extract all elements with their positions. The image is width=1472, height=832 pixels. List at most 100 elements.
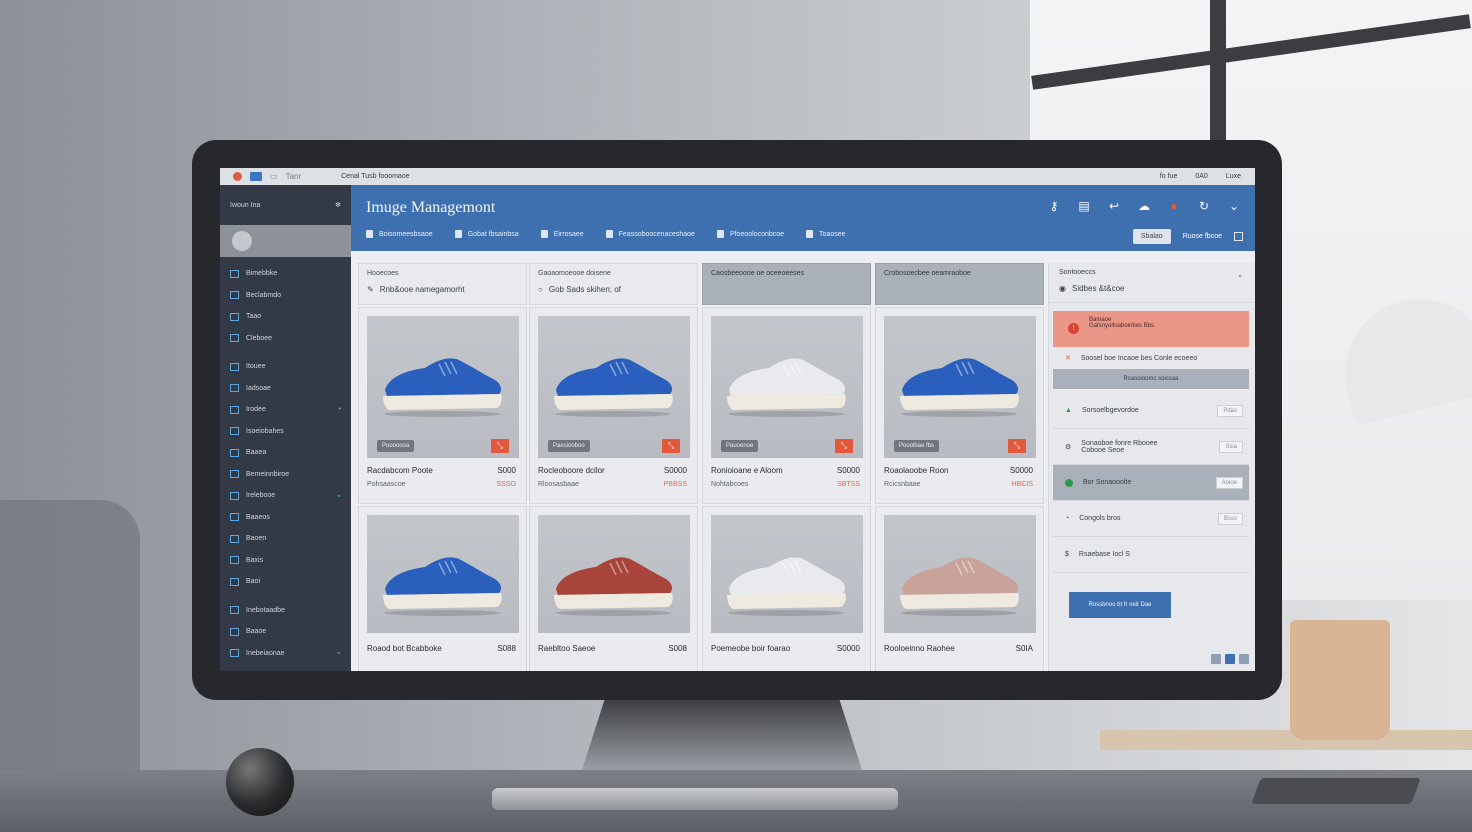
document-icon[interactable]: ▤ <box>1075 199 1093 213</box>
product-card[interactable]: Paesiooboo ⤡ Rocleoboore dcilor S0000 Rloosa… <box>529 307 698 504</box>
column-header[interactable]: Gaoaomoeooe doisene ○ Gob Sads skihen; of <box>529 263 698 305</box>
option-toggle[interactable]: Ssia <box>1219 440 1243 453</box>
product-image[interactable]: Paesiooboo ⤡ <box>538 316 690 458</box>
expand-icon[interactable]: ⤡ <box>491 439 509 453</box>
product-name: Roaolaoobe Roon <box>884 466 949 475</box>
sidebar-item[interactable]: Beclabmdo <box>220 285 351 307</box>
apply-button[interactable]: Rossbnoo bt fr oeit Dae <box>1069 592 1171 618</box>
expand-icon[interactable]: ⤡ <box>662 439 680 453</box>
product-image[interactable]: Pooolbae fbs ⤡ <box>884 316 1036 458</box>
sidebar-item[interactable]: Isoeiobahes <box>220 421 351 443</box>
sidebar-item-label: Baoi <box>246 578 261 586</box>
footer-icon[interactable] <box>1225 654 1235 664</box>
sidebar-item-label: Baaea <box>246 449 267 457</box>
menu-icon <box>230 269 239 278</box>
window-frame <box>1210 0 1226 140</box>
refresh-icon[interactable]: ↻ <box>1195 199 1213 213</box>
sidebar-item[interactable]: Baaea <box>220 442 351 464</box>
product-card[interactable]: Pooooooa ⤡ Racdabcom Poote S000 Pohsaascoe SS… <box>358 307 527 504</box>
titlebar-item[interactable]: 0A0 <box>1195 173 1207 180</box>
close-window-icon[interactable] <box>233 172 242 181</box>
sidebar-item[interactable]: Baaoe <box>220 621 351 643</box>
column-header[interactable]: Crobosoecbee oeamraoboe <box>875 263 1044 305</box>
product-card[interactable]: Roaod bot Bcabboke S088 <box>358 506 527 671</box>
panel-option[interactable]: ⚙ Sonaoboe fonre Rbooee Cobooe Seoe Ssia <box>1053 429 1249 465</box>
panel-option[interactable]: ▲ Sorsoelbgevordoe Pdas <box>1053 393 1249 429</box>
image-tag[interactable]: Pooolbae fbs <box>894 440 940 452</box>
product-image[interactable]: Pauoenoe ⤡ <box>711 316 863 458</box>
chevron-down-icon[interactable]: ⌄ <box>1237 271 1243 279</box>
footer-icon[interactable] <box>1239 654 1249 664</box>
titlebar-left-label: Tanr <box>285 172 302 181</box>
warning-icon: ✕ <box>1065 355 1071 362</box>
option-toggle[interactable]: Pdas <box>1217 404 1243 417</box>
sidebar-item[interactable]: Bemeinnbiroe <box>220 464 351 486</box>
header-checkbox[interactable] <box>1234 232 1243 241</box>
panel-row[interactable]: ✕ Soosel boe Incaoe bes Conle ecoeeo <box>1049 347 1255 369</box>
sidebar-profile[interactable] <box>220 225 351 257</box>
tab-3[interactable]: Feassoboocenaceshaoe <box>605 230 695 238</box>
key-icon[interactable]: ⚷ <box>1045 199 1063 213</box>
sidebar-item[interactable]: Inebeiaonae ⌁ <box>220 643 351 665</box>
alert-banner[interactable]: ! Bamaoe Gafsnyoifoaboinbes Bbs <box>1053 311 1249 347</box>
column-header[interactable]: Caosbeeoooe oe oceeoeeses <box>702 263 871 305</box>
product-card[interactable]: Poemeobe boir foarao S0000 <box>702 506 871 671</box>
expand-icon[interactable]: ⤡ <box>835 439 853 453</box>
product-image[interactable] <box>884 515 1036 633</box>
sidebar-item[interactable]: Iadsoae <box>220 378 351 400</box>
image-tag[interactable]: Paesiooboo <box>548 440 590 452</box>
sidebar-item[interactable]: Baaeos <box>220 507 351 529</box>
record-icon[interactable]: ● <box>1165 199 1183 213</box>
product-image[interactable] <box>367 515 519 633</box>
sidebar-item[interactable]: Baoi <box>220 571 351 593</box>
panel-selector[interactable]: ◉ Sidbes &t&coe <box>1059 284 1245 293</box>
sidebar-item[interactable]: Itouee <box>220 356 351 378</box>
product-meta: Rcicsnbaae <box>884 481 921 488</box>
sidebar-item[interactable]: Inebotaadbe <box>220 600 351 622</box>
column-header[interactable]: Hooecoes ✎ Rnb&ooe namegamorht <box>358 263 527 305</box>
tab-1[interactable]: Gobat fbsainbsa <box>454 230 519 238</box>
radio-icon[interactable]: ○ <box>538 285 543 294</box>
option-toggle[interactable]: Aoioe <box>1215 476 1243 489</box>
sidebar-header: Iwoun Ina <box>230 201 261 209</box>
sidebar-item[interactable]: Irelebooe ⌁ <box>220 485 351 507</box>
product-grid: Hooecoes ✎ Rnb&ooe namegamorht Gaoaomoeoo… <box>358 263 1046 671</box>
header-action-button[interactable]: Sbalao <box>1132 229 1171 244</box>
chevron-icon[interactable]: ⌄ <box>1225 199 1243 213</box>
tab-label: Pfoeooloconbcoe <box>729 230 785 238</box>
sidebar-item[interactable]: Bimebbke <box>220 263 351 285</box>
image-tag[interactable]: Pooooooa <box>377 440 415 452</box>
product-card[interactable]: Pauoenoe ⤡ Ronioioane e Aloom S0000 Nohtabco… <box>702 307 871 504</box>
footer-icon[interactable] <box>1211 654 1221 664</box>
tab-0[interactable]: Boisomeesbsaoe <box>366 230 433 238</box>
product-price: S0IA <box>1015 644 1033 653</box>
menu-icon <box>230 334 239 343</box>
product-image[interactable] <box>711 515 863 633</box>
back-icon[interactable]: ↩ <box>1105 199 1123 213</box>
sidebar-item[interactable]: Baoen <box>220 528 351 550</box>
panel-option[interactable]: Bor Sonaooolte Aoioe <box>1053 465 1249 501</box>
titlebar-item[interactable]: Luxe <box>1226 173 1241 180</box>
product-card[interactable]: Raebltoo Saeoe S008 <box>529 506 698 671</box>
panel-option[interactable]: ◔ Congols bros Bsss <box>1053 501 1249 537</box>
cloud-icon[interactable]: ☁ <box>1135 199 1153 213</box>
sidebar-item[interactable]: Baxis <box>220 550 351 572</box>
sidebar-item[interactable]: Cleboee <box>220 328 351 350</box>
product-card[interactable]: Pooolbae fbs ⤡ Roaolaoobe Roon S0000 Rcicsnb… <box>875 307 1044 504</box>
titlebar-item[interactable]: fo fue <box>1160 173 1178 180</box>
sidebar-item[interactable]: Taao <box>220 306 351 328</box>
header-action-label[interactable]: Ruose fbcoe <box>1183 233 1222 240</box>
sidebar-item[interactable]: Irodee • <box>220 399 351 421</box>
product-image[interactable]: Pooooooa ⤡ <box>367 316 519 458</box>
tab-2[interactable]: Eirrosaee <box>540 230 584 238</box>
expand-icon[interactable]: ⤡ <box>1008 439 1026 453</box>
settings-icon[interactable]: ✻ <box>335 201 341 209</box>
option-toggle[interactable]: Bsss <box>1217 512 1243 525</box>
tab-strip-icon[interactable]: ▭ <box>270 172 278 181</box>
tab-5[interactable]: Toaosee <box>806 230 846 238</box>
product-image[interactable] <box>538 515 690 633</box>
tab-4[interactable]: Pfoeooloconbcoe <box>716 230 785 238</box>
panel-option[interactable]: $ Rsaebase Iocl S <box>1053 537 1249 573</box>
image-tag[interactable]: Pauoenoe <box>721 440 759 452</box>
product-card[interactable]: Rooloeinno Raohee S0IA <box>875 506 1044 671</box>
